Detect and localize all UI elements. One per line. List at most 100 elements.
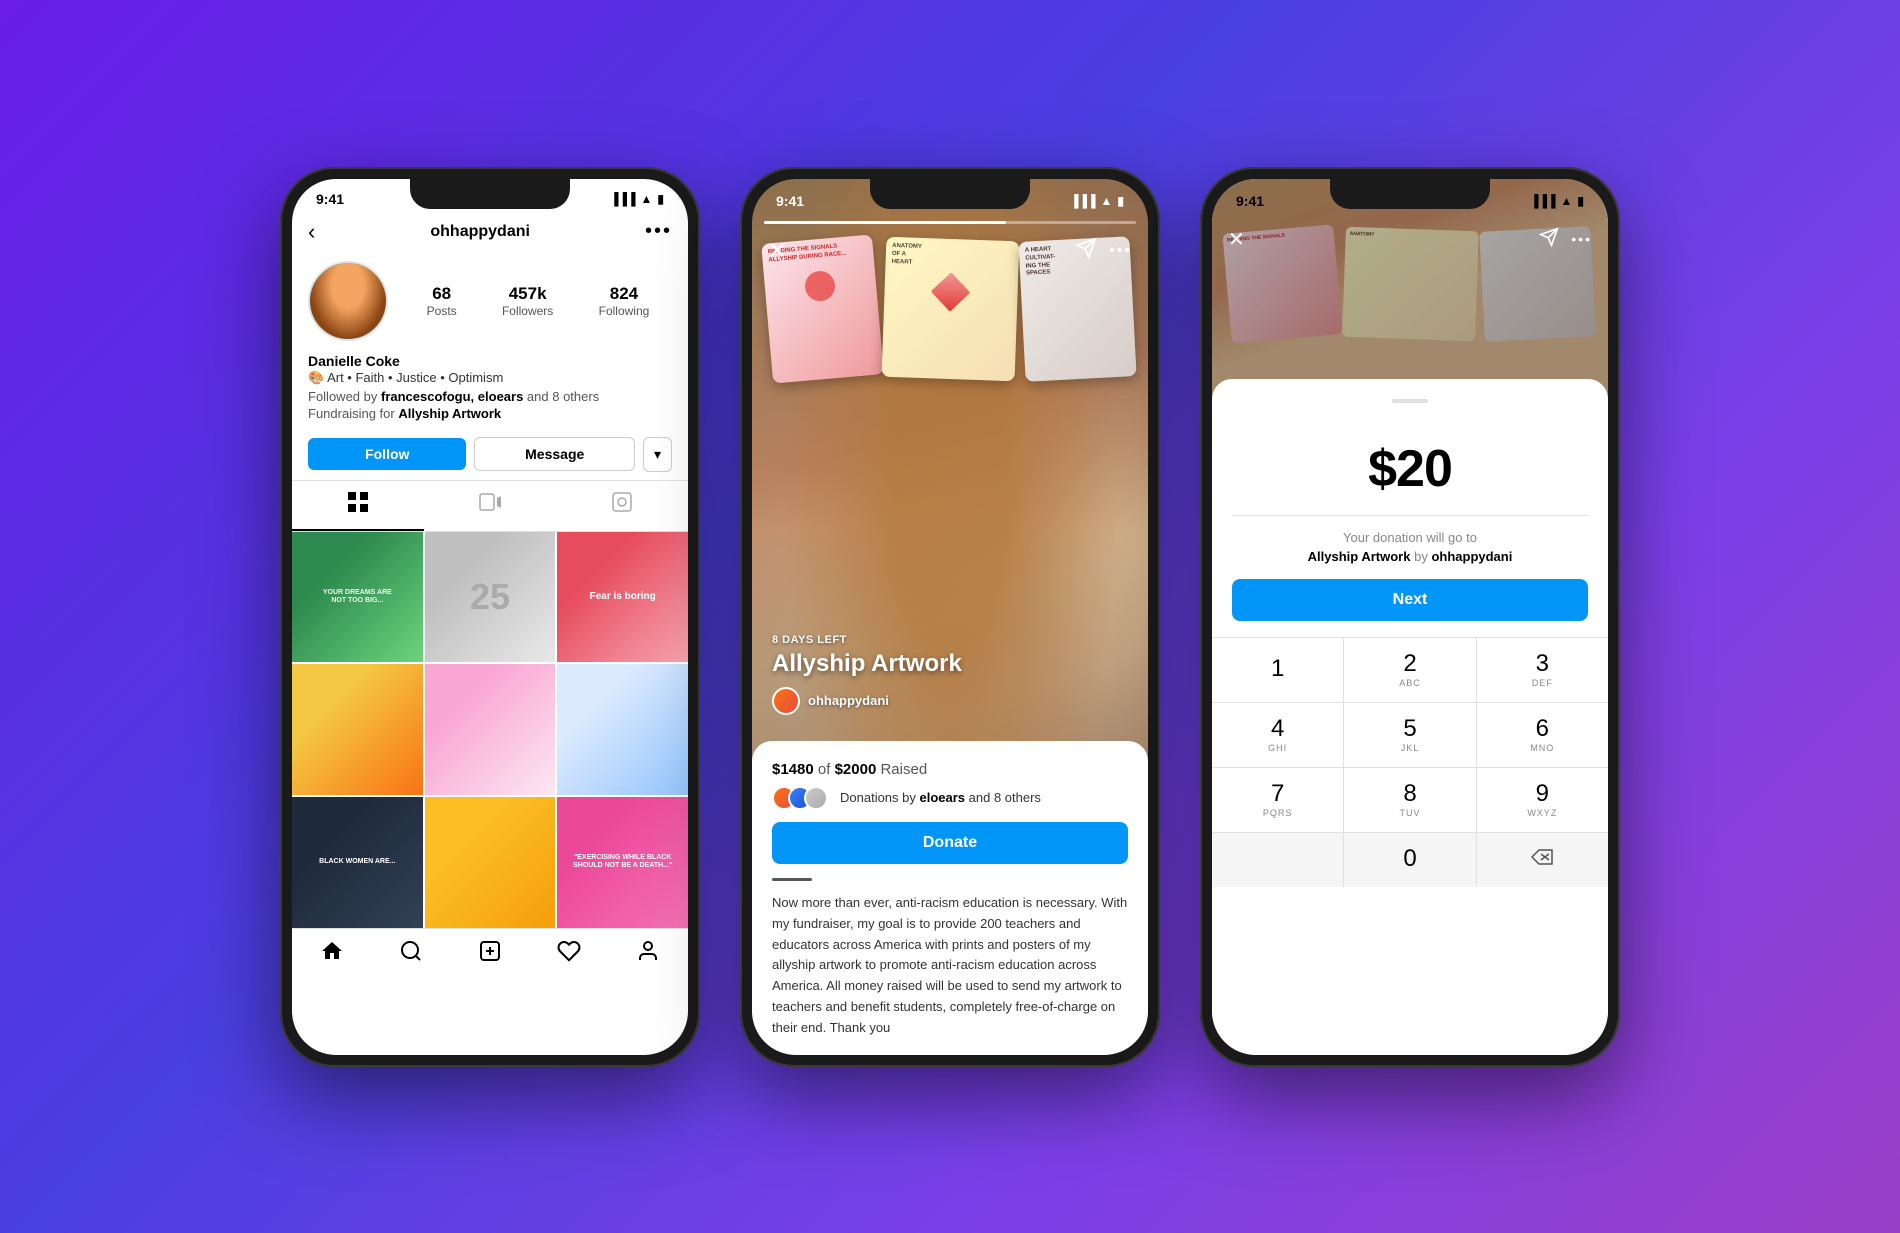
follow-button[interactable]: Follow	[308, 438, 466, 470]
key-1[interactable]: 1	[1212, 638, 1343, 702]
wifi-icon: ▲	[641, 192, 653, 206]
profile-tabs	[292, 480, 688, 532]
profile-header: ‹ ohhappydani •••	[292, 211, 688, 253]
grid-item-3[interactable]: Fear is boring	[557, 532, 688, 663]
profile-followed: Followed by francescofogu, eloears and 8…	[308, 389, 672, 404]
posts-count: 68	[427, 284, 457, 304]
donors-row: Donations by eloears and 8 others	[772, 786, 1128, 810]
key-6[interactable]: 6 MNO	[1477, 703, 1608, 767]
close-story-button[interactable]: ✕	[768, 238, 786, 264]
donor-avatar-3	[804, 786, 828, 810]
more-donation-button[interactable]: •••	[1571, 231, 1592, 247]
followers-label: Followers	[502, 304, 553, 318]
wifi-icon-2: ▲	[1101, 194, 1113, 208]
key-0[interactable]: 0	[1344, 833, 1475, 887]
key-delete[interactable]	[1477, 833, 1608, 887]
time-2: 9:41	[776, 193, 804, 209]
profile-stats-row: 68 Posts 457k Followers 824 Following	[292, 253, 688, 349]
grid-item-8[interactable]	[425, 797, 556, 928]
back-button[interactable]: ‹	[308, 219, 315, 245]
tab-video[interactable]	[424, 481, 556, 531]
story-controls: ✕ •••	[752, 229, 1148, 273]
nav-profile[interactable]	[636, 939, 660, 969]
profile-username: ohhappydani	[430, 223, 530, 241]
more-button[interactable]: •••	[645, 220, 672, 243]
key-7[interactable]: 7 PQRS	[1212, 768, 1343, 832]
key-4[interactable]: 4 GHI	[1212, 703, 1343, 767]
status-icons-3: ▐▐▐ ▲ ▮	[1530, 194, 1584, 208]
days-left-badge: 8 DAYS LEFT	[772, 634, 1128, 646]
nav-add[interactable]	[478, 939, 502, 969]
stat-posts[interactable]: 68 Posts	[427, 284, 457, 318]
send-story-button[interactable]	[1075, 237, 1097, 265]
story-title-area: 8 DAYS LEFT Allyship Artwork ohhappydani	[772, 634, 1128, 715]
more-story-button[interactable]: •••	[1109, 242, 1132, 260]
battery-icon-3: ▮	[1577, 194, 1584, 208]
dropdown-button[interactable]: ▾	[643, 437, 672, 472]
amount-value: $20	[1252, 439, 1568, 499]
signal-icon-2: ▐▐▐	[1070, 194, 1096, 208]
story-progress-fill	[764, 221, 1006, 224]
grid-item-2[interactable]: 25	[425, 532, 556, 663]
signal-icon-3: ▐▐▐	[1530, 194, 1556, 208]
key-5[interactable]: 5 JKL	[1344, 703, 1475, 767]
tab-grid[interactable]	[292, 481, 424, 531]
sheet-handle	[1392, 399, 1428, 403]
signal-icon: ▐▐▐	[610, 192, 636, 206]
close-donation-button[interactable]: ✕	[1228, 227, 1245, 252]
message-button[interactable]: Message	[474, 437, 634, 471]
profile-bio: 🎨 Art • Faith • Justice • Optimism	[308, 369, 672, 387]
bottom-nav	[292, 928, 688, 985]
story-actions: •••	[1075, 237, 1132, 265]
phone-story: READING THE SIGNALSALLYSHIP DURING RACE.…	[740, 167, 1160, 1067]
wifi-icon-3: ▲	[1561, 194, 1573, 208]
donation-amount-sheet: $20 Your donation will go to Allyship Ar…	[1212, 379, 1608, 1055]
amount-display: $20	[1232, 419, 1588, 516]
donation-story-controls: ✕ •••	[1212, 219, 1608, 260]
donation-controls-right: •••	[1539, 227, 1592, 252]
donors-text: Donations by eloears and 8 others	[840, 790, 1041, 805]
nav-heart[interactable]	[557, 939, 581, 969]
avatar	[308, 261, 388, 341]
status-bar-3: 9:41 ▐▐▐ ▲ ▮	[1212, 179, 1608, 213]
key-9[interactable]: 9 WXYZ	[1477, 768, 1608, 832]
grid-item-6[interactable]	[557, 664, 688, 795]
grid-item-9[interactable]: "EXERCISING WHILE BLACK SHOULD NOT BE A …	[557, 797, 688, 928]
story-author-avatar	[772, 687, 800, 715]
donation-info: Your donation will go to Allyship Artwor…	[1212, 516, 1608, 579]
followers-count: 457k	[502, 284, 553, 304]
following-label: Following	[599, 304, 650, 318]
status-bar-2: 9:41 ▐▐▐ ▲ ▮	[752, 179, 1148, 213]
grid-item-4[interactable]	[292, 664, 423, 795]
stat-followers[interactable]: 457k Followers	[502, 284, 553, 318]
nav-home[interactable]	[320, 939, 344, 969]
time-3: 9:41	[1236, 193, 1264, 209]
divider	[772, 878, 812, 881]
profile-actions: Follow Message ▾	[292, 429, 688, 480]
key-empty	[1212, 833, 1343, 887]
status-icons-1: ▐▐▐ ▲ ▮	[610, 192, 664, 206]
key-2[interactable]: 2 ABC	[1344, 638, 1475, 702]
story-author-row: ohhappydani	[772, 687, 1128, 715]
send-donation-button[interactable]	[1539, 227, 1559, 252]
posts-label: Posts	[427, 304, 457, 318]
donate-button[interactable]: Donate	[772, 822, 1128, 864]
time-1: 9:41	[316, 191, 344, 207]
phone-donate: READING THE SIGNALS ANATOMY 9:41 ▐▐▐ ▲ ▮	[1200, 167, 1620, 1067]
notch	[410, 179, 570, 209]
story-title: Allyship Artwork	[772, 650, 1128, 679]
grid-item-1[interactable]: YOUR DREAMS ARENOT TOO BIG...	[292, 532, 423, 663]
grid-item-5[interactable]	[425, 664, 556, 795]
key-8[interactable]: 8 TUV	[1344, 768, 1475, 832]
story-progress	[764, 221, 1136, 224]
nav-search[interactable]	[399, 939, 423, 969]
next-button[interactable]: Next	[1232, 579, 1588, 621]
grid-item-7[interactable]: BLACK WOMEN ARE...	[292, 797, 423, 928]
fundraiser-sheet: $1480 of $2000 Raised Donations by eloea…	[752, 741, 1148, 1055]
donor-avatars	[772, 786, 820, 810]
numeric-keypad: 1 2 ABC 3 DEF 4 GHI 5 JKL	[1212, 637, 1608, 887]
battery-icon: ▮	[657, 192, 664, 206]
stat-following[interactable]: 824 Following	[599, 284, 650, 318]
tab-tagged[interactable]	[556, 481, 688, 531]
key-3[interactable]: 3 DEF	[1477, 638, 1608, 702]
